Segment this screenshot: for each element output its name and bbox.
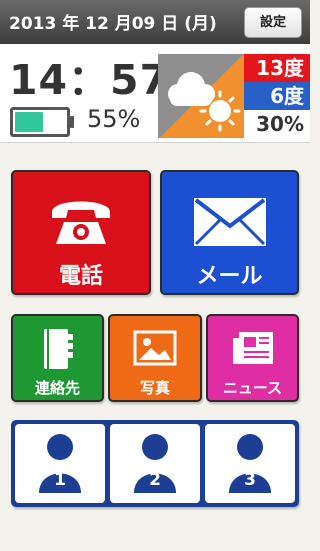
battery-icon — [10, 107, 74, 137]
speed-dial-number: 2 — [149, 470, 161, 490]
speed-dial-3-button[interactable]: 3 — [205, 424, 295, 503]
photos-label: 写真 — [139, 379, 170, 397]
settings-button[interactable]: 設定 — [244, 7, 302, 38]
contacts-button[interactable]: 連絡先 — [11, 314, 104, 402]
contacts-label: 連絡先 — [34, 379, 80, 397]
speed-dial-1-button[interactable]: 1 — [15, 424, 105, 503]
temp-high: 13度 — [244, 54, 310, 82]
temp-low: 6度 — [244, 82, 310, 110]
battery-level-fill — [15, 112, 43, 132]
speed-dial-number: 3 — [244, 470, 256, 490]
mail-button[interactable]: メール — [160, 170, 299, 295]
news-label: ニュース — [222, 379, 283, 397]
battery-percent: 55% — [87, 105, 141, 133]
address-book-icon — [43, 329, 73, 369]
info-panel: 14：57 55% 13度 6度 30% — [0, 44, 310, 143]
telephone-icon — [52, 201, 110, 244]
sun-icon — [199, 90, 241, 132]
phone-label: 電話 — [58, 264, 103, 289]
speed-dial-number: 1 — [54, 470, 66, 490]
top-bar: 2013 年 12 月09 日 (月) 設定 — [0, 0, 310, 44]
phone-button[interactable]: 電話 — [11, 170, 151, 295]
mail-label: メール — [196, 264, 263, 289]
speed-dial-panel: 1 2 3 — [11, 420, 299, 507]
speed-dial-2-button[interactable]: 2 — [110, 424, 200, 503]
photos-button[interactable]: 写真 — [108, 314, 202, 402]
precipitation-chance: 30% — [244, 110, 310, 138]
clock: 14：57 — [9, 56, 170, 104]
newspaper-icon — [232, 332, 273, 364]
news-button[interactable]: ニュース — [206, 314, 299, 402]
temperature-panel: 13度 6度 30% — [244, 54, 310, 138]
date-label: 2013 年 12 月09 日 (月) — [9, 14, 217, 34]
picture-icon — [133, 330, 177, 366]
weather-icon — [158, 54, 244, 138]
envelope-icon — [193, 198, 266, 246]
